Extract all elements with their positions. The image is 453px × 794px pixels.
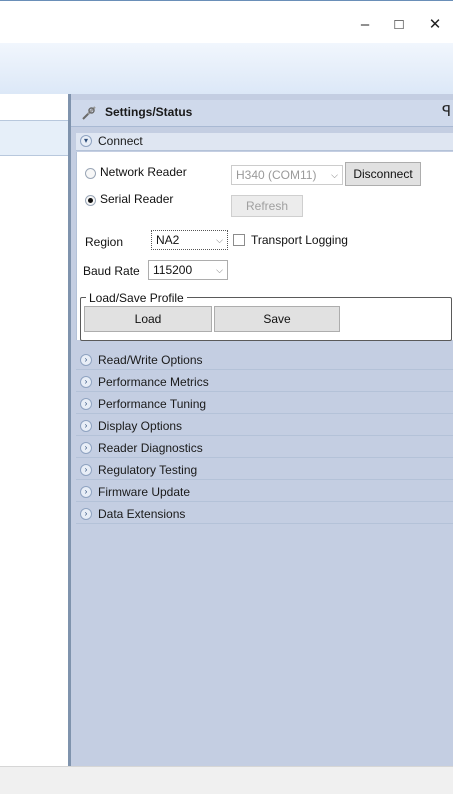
chevron-right-icon: › xyxy=(80,486,92,498)
serial-reader-label: Serial Reader xyxy=(100,192,174,206)
chevron-right-icon: › xyxy=(80,442,92,454)
chevron-down-icon: ⌵ xyxy=(216,235,223,245)
chevron-right-icon: › xyxy=(80,464,92,476)
baud-rate-select[interactable]: 115200 ⌵ xyxy=(148,260,228,280)
refresh-button[interactable]: Refresh xyxy=(231,195,303,217)
transport-logging-label: Transport Logging xyxy=(251,233,348,247)
load-save-profile-label: Load/Save Profile xyxy=(86,291,187,305)
left-pane xyxy=(0,94,69,766)
section-label: Read/Write Options xyxy=(98,353,203,367)
section-reader-diagnostics[interactable]: › Reader Diagnostics xyxy=(76,440,453,458)
section-connect[interactable]: ▾ Connect xyxy=(76,133,453,151)
section-label: Display Options xyxy=(98,419,183,433)
network-reader-label: Network Reader xyxy=(100,165,187,179)
load-button[interactable]: Load xyxy=(84,306,212,332)
chevron-down-icon: ⌵ xyxy=(216,265,223,275)
section-label: Reader Diagnostics xyxy=(98,441,203,455)
section-label: Regulatory Testing xyxy=(98,463,198,477)
region-label: Region xyxy=(85,235,124,249)
pin-icon[interactable]: ꟼ xyxy=(442,102,451,120)
section-label: Performance Tuning xyxy=(98,397,207,411)
chevron-down-icon: ▾ xyxy=(80,135,92,147)
settings-pane-title: Settings/Status xyxy=(105,105,193,119)
chevron-right-icon: › xyxy=(80,398,92,410)
close-button[interactable]: ✕ xyxy=(420,15,450,35)
region-select[interactable]: NA2 ⌵ xyxy=(151,230,228,250)
settings-pane-header: Settings/Status ꟼ xyxy=(71,100,453,127)
section-label: Connect xyxy=(98,134,143,148)
section-label: Firmware Update xyxy=(98,485,191,499)
section-regulatory-testing[interactable]: › Regulatory Testing xyxy=(76,462,453,480)
chevron-right-icon: › xyxy=(80,376,92,388)
region-value: NA2 xyxy=(156,233,180,247)
chevron-right-icon: › xyxy=(80,354,92,366)
save-button[interactable]: Save xyxy=(214,306,340,332)
section-display-options[interactable]: › Display Options xyxy=(76,418,453,436)
section-data-extensions[interactable]: › Data Extensions xyxy=(76,506,453,524)
serial-reader-radio[interactable] xyxy=(85,195,96,206)
ribbon-area xyxy=(0,43,453,94)
baud-rate-value: 115200 xyxy=(153,263,193,277)
device-port-select[interactable]: H340 (COM11) ⌵ xyxy=(231,165,343,185)
title-bar: – □ ✕ xyxy=(0,0,453,43)
chevron-down-icon: ⌵ xyxy=(331,170,338,180)
network-reader-radio[interactable] xyxy=(85,168,96,179)
minimize-button[interactable]: – xyxy=(350,15,380,35)
maximize-button[interactable]: □ xyxy=(384,15,414,35)
section-performance-tuning[interactable]: › Performance Tuning xyxy=(76,396,453,414)
device-port-value: H340 (COM11) xyxy=(236,168,317,182)
baud-rate-label: Baud Rate xyxy=(83,264,140,278)
disconnect-button[interactable]: Disconnect xyxy=(345,162,421,186)
chevron-right-icon: › xyxy=(80,420,92,432)
wrench-screwdriver-icon xyxy=(82,106,96,120)
section-firmware-update[interactable]: › Firmware Update xyxy=(76,484,453,502)
status-bar xyxy=(0,766,453,794)
chevron-right-icon: › xyxy=(80,508,92,520)
transport-logging-checkbox[interactable] xyxy=(233,234,245,246)
section-read-write-options[interactable]: › Read/Write Options xyxy=(76,352,453,370)
section-performance-metrics[interactable]: › Performance Metrics xyxy=(76,374,453,392)
section-label: Performance Metrics xyxy=(98,375,209,389)
section-label: Data Extensions xyxy=(98,507,186,521)
left-pane-header xyxy=(0,120,68,156)
